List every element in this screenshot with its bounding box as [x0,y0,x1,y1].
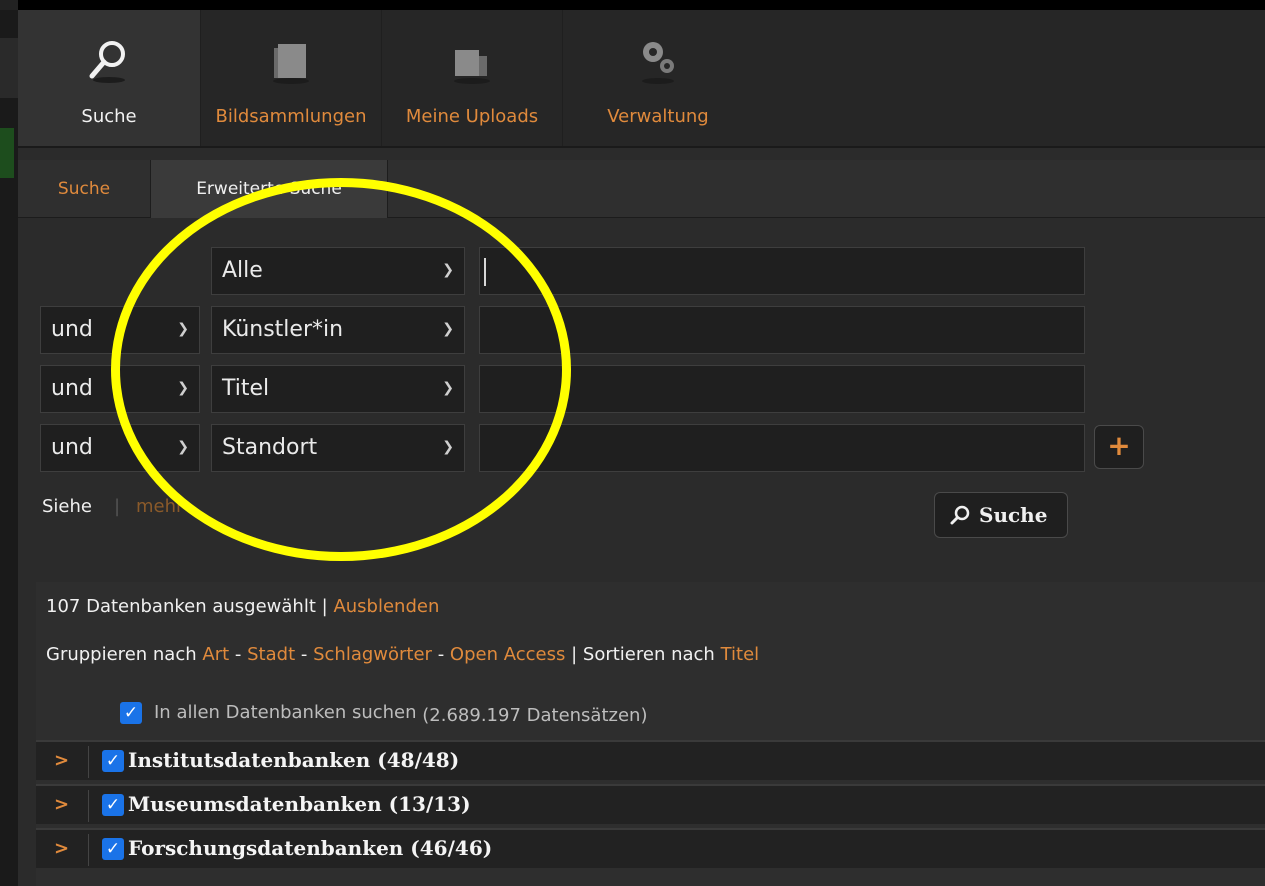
add-row-button[interactable]: + [1094,425,1144,469]
group-label: Museumsdatenbanken (13/13) [128,792,471,816]
search-input-row2[interactable] [479,306,1085,354]
search-input-row4[interactable] [479,424,1085,472]
nav-item-suche[interactable]: Suche [18,10,200,146]
database-panel: 107 Datenbanken ausgewählt | Ausblenden … [36,582,1265,886]
field-select-row3[interactable]: Titel ❯ [211,365,465,413]
group-checkbox[interactable]: ✓ [102,794,124,816]
group-by-art[interactable]: Art [202,644,229,665]
chevron-down-icon: ❯ [442,262,454,278]
top-edge [0,0,1265,10]
group-label: Institutsdatenbanken (48/48) [128,748,460,772]
field-select-row1[interactable]: Alle ❯ [211,247,465,295]
db-group-row[interactable]: > ✓ Forschungsdatenbanken (46/46) [36,828,1265,868]
search-all-checkbox[interactable]: ✓ [120,702,142,724]
search-all-count: (2.689.197 Datensätzen) [422,705,648,726]
group-sort-line: Gruppieren nach Art - Stadt - Schlagwört… [46,644,760,665]
nav-item-meine-uploads[interactable]: Meine Uploads [382,10,562,146]
group-checkbox[interactable]: ✓ [102,750,124,772]
hide-link[interactable]: Ausblenden [333,596,439,617]
search-icon [89,41,125,83]
siehe-more-link[interactable]: mehr [136,496,183,517]
screen: Suche Bildsammlungen Meine Uploads Verwa… [0,0,1265,886]
db-group-row[interactable]: > ✓ Institutsdatenbanken (48/48) [36,740,1265,780]
operator-select-row3[interactable]: und ❯ [40,365,200,413]
gears-icon [642,42,674,84]
group-label: Forschungsdatenbanken (46/46) [128,836,493,860]
nav-item-verwaltung[interactable]: Verwaltung [563,10,753,146]
search-all-label: In allen Datenbanken suchen [154,702,417,723]
group-by-schlagwoerter[interactable]: Schlagwörter [313,644,432,665]
operator-select-row4[interactable]: und ❯ [40,424,200,472]
expand-arrow-icon[interactable]: > [54,750,69,771]
field-select-row2[interactable]: Künstler*in ❯ [211,306,465,354]
group-by-stadt[interactable]: Stadt [247,644,295,665]
tab-suche[interactable]: Suche [18,160,150,218]
left-window-strip [0,0,18,886]
chevron-down-icon: ❯ [177,380,189,396]
sort-by-titel[interactable]: Titel [721,644,760,665]
chevron-down-icon: ❯ [442,439,454,455]
search-input-row1[interactable] [479,247,1085,295]
folder-icon [273,44,309,84]
search-all-line: In allen Datenbanken suchen (2.689.197 D… [154,702,648,726]
db-group-row[interactable]: > ✓ Museumsdatenbanken (13/13) [36,784,1265,824]
siehe-separator: | [114,496,121,517]
db-selected-count: 107 Datenbanken ausgewählt [46,596,316,617]
nav-label-suche: Suche [81,106,137,127]
field-select-row4[interactable]: Standort ❯ [211,424,465,472]
search-icon [950,505,970,525]
main-nav: Suche Bildsammlungen Meine Uploads Verwa… [18,10,1265,148]
search-button[interactable]: Suche [934,492,1068,538]
search-input-row3[interactable] [479,365,1085,413]
siehe-label: Siehe [42,496,92,517]
nav-label-meine-uploads: Meine Uploads [405,106,539,127]
nav-label-bildsammlungen: Bildsammlungen [215,106,367,127]
nav-item-bildsammlungen[interactable]: Bildsammlungen [201,10,381,146]
tab-erweiterte-suche[interactable]: Erweiterte Suche [150,160,388,218]
group-by-open-access[interactable]: Open Access [450,644,565,665]
upload-icon [454,50,490,84]
app-window: Suche Bildsammlungen Meine Uploads Verwa… [18,10,1265,886]
expand-arrow-icon[interactable]: > [54,794,69,815]
group-checkbox[interactable]: ✓ [102,838,124,860]
search-subtabs: Suche Erweiterte Suche [18,160,1265,218]
chevron-down-icon: ❯ [442,380,454,396]
operator-select-row2[interactable]: und ❯ [40,306,200,354]
text-caret [484,258,486,286]
chevron-down-icon: ❯ [177,321,189,337]
db-selected-line: 107 Datenbanken ausgewählt | Ausblenden [46,596,440,617]
expand-arrow-icon[interactable]: > [54,838,69,859]
nav-label-verwaltung: Verwaltung [607,106,709,127]
chevron-down-icon: ❯ [442,321,454,337]
chevron-down-icon: ❯ [177,439,189,455]
